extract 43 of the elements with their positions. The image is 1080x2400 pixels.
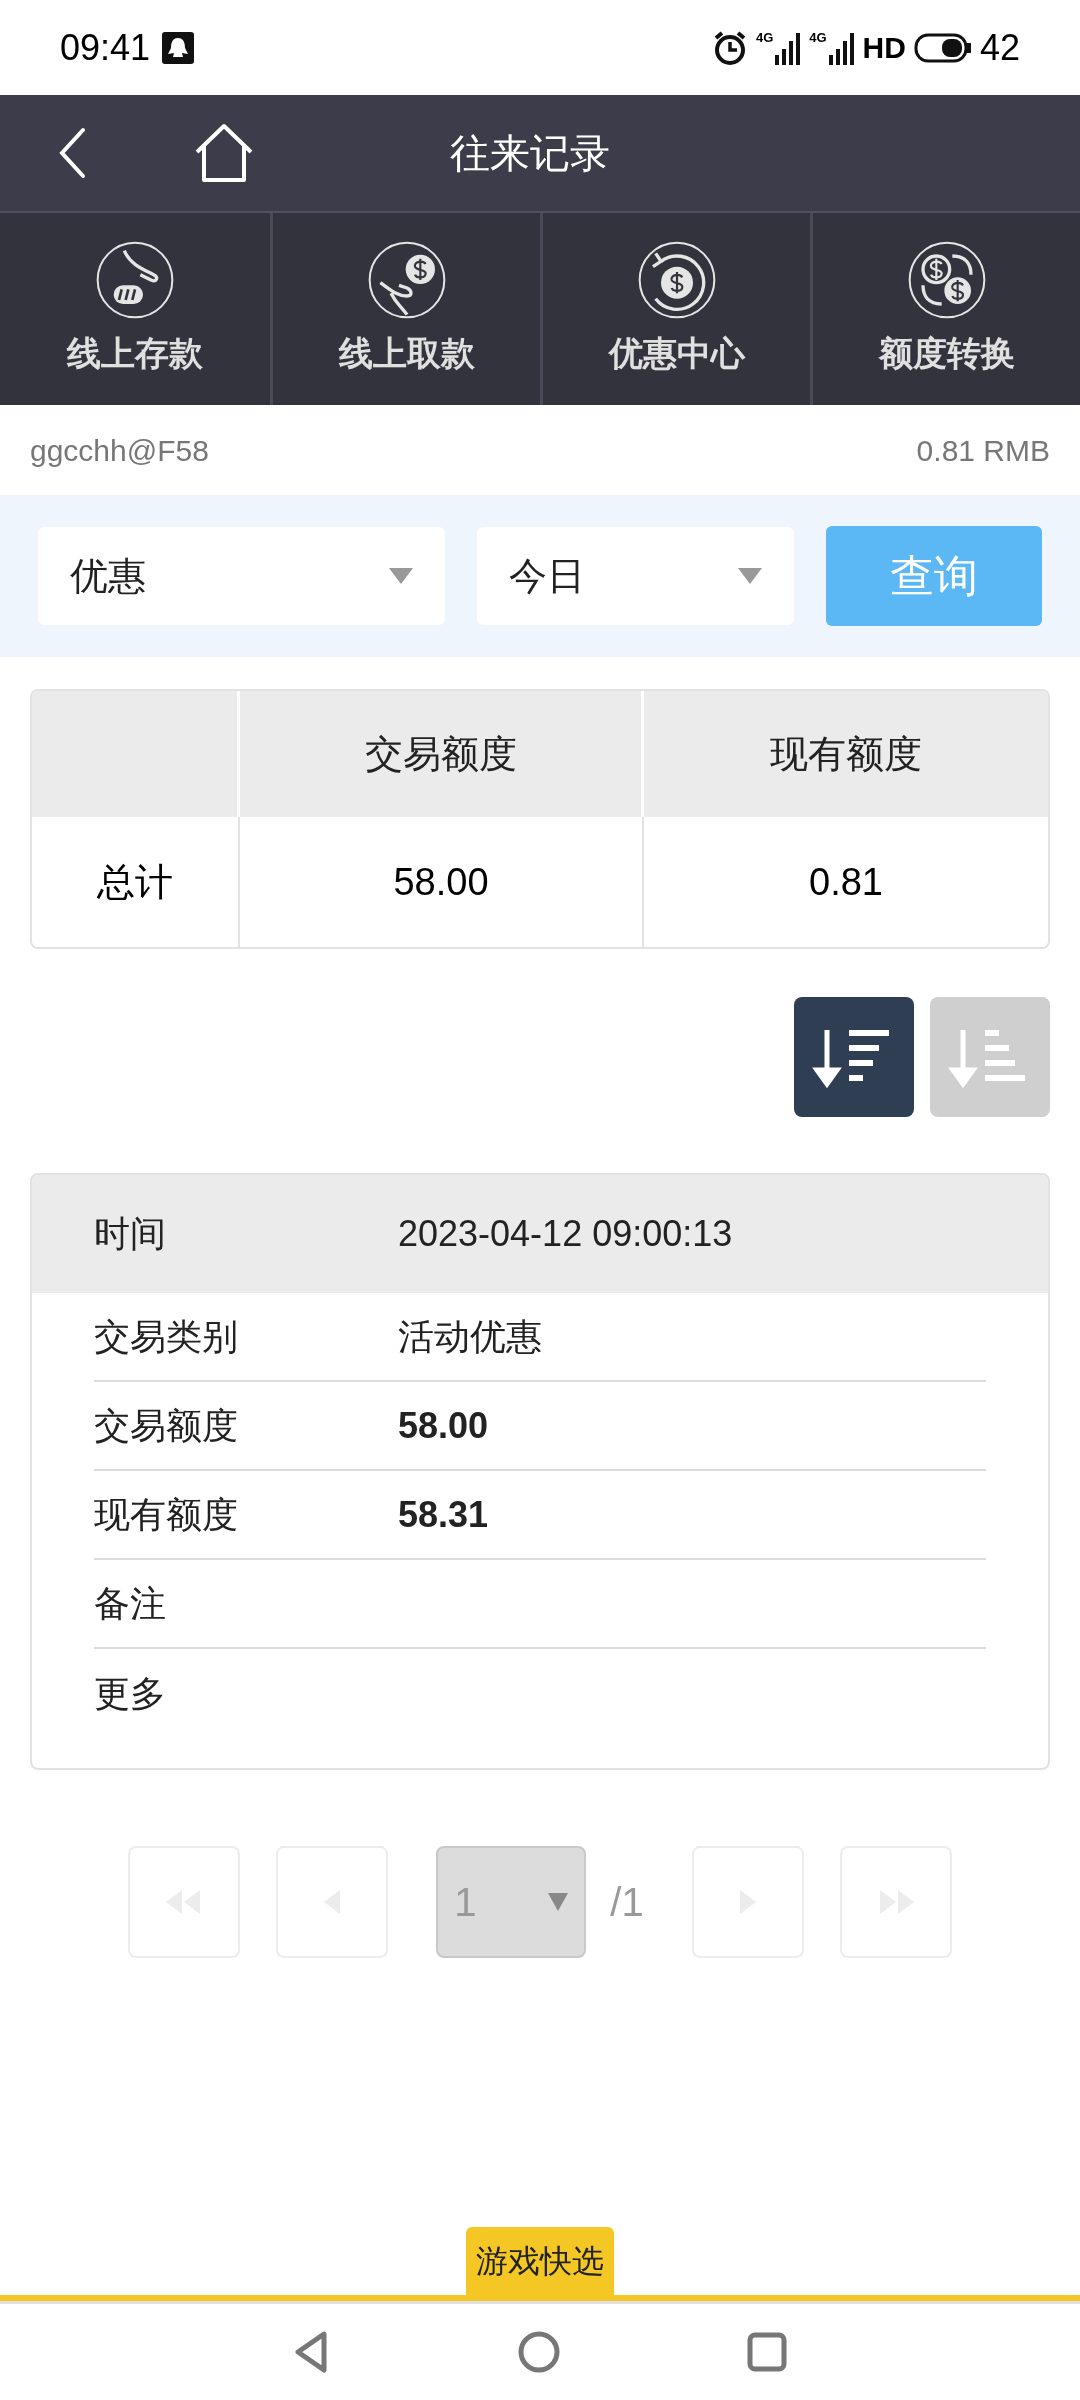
field-label: 现有额度 bbox=[94, 1492, 239, 1537]
transfer-icon bbox=[906, 239, 987, 320]
field-label: 时间 bbox=[94, 1212, 167, 1256]
field-value: 58.00 bbox=[398, 1403, 489, 1448]
table-cell-text: 0.81 bbox=[808, 859, 884, 905]
network-label: 4G bbox=[755, 30, 774, 44]
status-time: 09:41 bbox=[60, 25, 151, 70]
network-label: 4G bbox=[809, 30, 827, 44]
recents-nav-icon[interactable] bbox=[745, 2331, 788, 2373]
field-label: 交易额度 bbox=[94, 1403, 239, 1448]
withdraw-icon bbox=[366, 239, 447, 320]
caret-icon bbox=[737, 568, 762, 584]
signal-icon bbox=[828, 30, 855, 65]
quick-select-tab[interactable]: 游戏快选 bbox=[466, 2227, 614, 2295]
page-total: /1 bbox=[610, 1879, 644, 1926]
promo-icon bbox=[636, 239, 717, 320]
home-icon bbox=[193, 122, 255, 184]
field-label: 备注 bbox=[94, 1581, 167, 1626]
type-dropdown[interactable]: 优惠 bbox=[38, 527, 446, 625]
field-value: 58.31 bbox=[398, 1492, 489, 1537]
battery-level: 42 bbox=[979, 25, 1020, 70]
column-header: 现有额度 bbox=[769, 731, 923, 777]
home-nav-icon[interactable] bbox=[517, 2330, 561, 2374]
back-icon bbox=[58, 127, 86, 179]
field-value: 2023-04-12 09:00:13 bbox=[398, 1212, 733, 1256]
row-label: 总计 bbox=[32, 817, 240, 947]
field-label: 更多 bbox=[94, 1671, 167, 1716]
deposit-icon bbox=[95, 239, 175, 320]
hd-label: HD bbox=[862, 30, 906, 66]
notification-icon bbox=[162, 31, 195, 64]
page-title: 往来记录 bbox=[450, 130, 610, 177]
caret-icon bbox=[548, 1893, 569, 1911]
nav-item[interactable]: 线上存款 bbox=[0, 213, 270, 405]
signal-icon bbox=[775, 30, 802, 65]
balance: 0.81 RMB bbox=[916, 432, 1050, 469]
table-cell: 58.00 bbox=[240, 817, 644, 947]
field-label: 交易类别 bbox=[94, 1314, 239, 1359]
battery-icon bbox=[913, 32, 972, 63]
sort-button[interactable] bbox=[794, 997, 914, 1117]
period-dropdown[interactable]: 今日 bbox=[477, 527, 794, 625]
username: ggcchh@F58 bbox=[30, 432, 209, 469]
field-value: 活动优惠 bbox=[398, 1314, 542, 1359]
caret-icon bbox=[389, 568, 414, 584]
